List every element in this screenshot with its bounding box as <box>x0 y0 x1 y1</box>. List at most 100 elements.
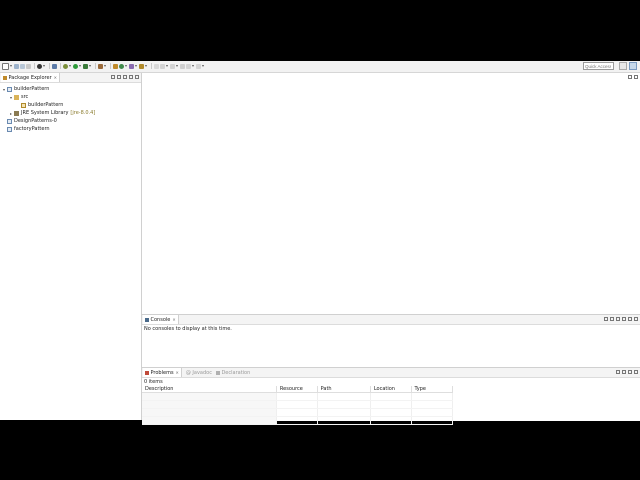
coverage-icon[interactable] <box>63 63 68 69</box>
pin-console-icon[interactable] <box>604 317 608 321</box>
run-dropdown[interactable] <box>79 65 81 67</box>
tree-item[interactable]: DesignPatterns-0 <box>7 117 57 125</box>
table-cell <box>276 416 318 425</box>
problems-table: Description Resource Path Location Type <box>142 386 453 425</box>
back-icon[interactable] <box>186 63 191 69</box>
prev-annotation-dropdown[interactable] <box>176 65 178 67</box>
open-type-dropdown[interactable] <box>135 65 137 67</box>
search-icon[interactable] <box>139 63 144 69</box>
tree-item[interactable]: ▸ JRE System Library [jre-8.0.4] <box>10 109 95 117</box>
java-project-icon <box>7 126 12 132</box>
close-icon[interactable]: ✕ <box>176 370 179 375</box>
tree-item-label: DesignPatterns-0 <box>14 118 57 124</box>
toolbar-separator <box>49 63 50 69</box>
maximize-icon[interactable] <box>634 75 638 79</box>
collapse-all-icon[interactable] <box>111 75 115 79</box>
problems-icon <box>145 370 149 375</box>
editor-area[interactable] <box>142 73 640 312</box>
tree-item[interactable]: ▾ src <box>10 93 28 101</box>
open-console-icon[interactable] <box>616 317 620 321</box>
next-annotation-dropdown[interactable] <box>166 65 168 67</box>
toolbar-separator <box>95 63 96 69</box>
debug-dropdown[interactable] <box>43 65 45 67</box>
view-menu-icon[interactable] <box>622 370 626 374</box>
tab-package-explorer[interactable]: Package Explorer ✕ <box>1 73 60 82</box>
skip-breakpoints-icon[interactable] <box>52 63 57 69</box>
tree-item[interactable]: ▾ builderPattern <box>3 85 49 93</box>
close-icon[interactable]: ✕ <box>54 75 57 80</box>
new-dropdown[interactable] <box>10 65 12 67</box>
forward-icon[interactable] <box>196 63 201 69</box>
maximize-icon[interactable] <box>135 75 139 79</box>
minimize-icon[interactable] <box>628 370 632 374</box>
table-cell <box>276 408 318 417</box>
jre-version-label: [jre-8.0.4] <box>70 110 96 116</box>
minimize-icon[interactable] <box>129 75 133 79</box>
view-menu-icon[interactable] <box>622 317 626 321</box>
console-icon <box>145 317 149 322</box>
minimize-icon[interactable] <box>628 75 632 79</box>
link-with-editor-icon[interactable] <box>117 75 121 79</box>
quick-access-input[interactable] <box>583 62 614 70</box>
package-explorer-header: Package Explorer ✕ <box>0 73 141 83</box>
back-dropdown[interactable] <box>192 65 194 67</box>
toolbar-separator <box>110 63 111 69</box>
tree-item-label: builderPattern <box>28 102 64 108</box>
package-explorer-actions <box>109 75 139 79</box>
library-icon <box>14 110 19 116</box>
new-icon[interactable] <box>2 62 9 70</box>
new-java-project-icon[interactable] <box>98 63 103 69</box>
console-actions <box>602 317 638 321</box>
tab-console[interactable]: Console ✕ <box>143 315 179 324</box>
tree-item[interactable]: factoryPattern <box>7 125 50 133</box>
problems-view: Problems ✕ @ Javadoc Declaration 0 items… <box>142 367 640 425</box>
tab-declaration[interactable]: Declaration <box>215 370 250 376</box>
open-type-icon[interactable] <box>129 63 134 69</box>
save-all-icon[interactable] <box>20 63 25 69</box>
prev-annotation-icon[interactable] <box>170 63 175 69</box>
table-cell <box>411 416 453 425</box>
toolbar-separator <box>151 63 152 69</box>
display-console-icon[interactable] <box>610 317 614 321</box>
minimize-icon[interactable] <box>628 317 632 321</box>
next-annotation-icon[interactable] <box>160 63 165 69</box>
search-dropdown[interactable] <box>145 65 147 67</box>
view-menu-icon[interactable] <box>123 75 127 79</box>
maximize-icon[interactable] <box>634 370 638 374</box>
save-icon[interactable] <box>14 63 19 69</box>
table-row <box>142 416 453 425</box>
forward-dropdown[interactable] <box>202 65 204 67</box>
close-icon[interactable]: ✕ <box>172 317 175 322</box>
tree-item[interactable]: builderPattern <box>21 101 63 109</box>
table-cell <box>370 408 412 417</box>
package-icon <box>21 102 26 108</box>
maximize-icon[interactable] <box>634 317 638 321</box>
run-icon[interactable] <box>73 63 78 69</box>
last-edit-icon[interactable] <box>180 63 185 69</box>
coverage-dropdown[interactable] <box>69 65 71 67</box>
table-cell <box>370 416 412 425</box>
external-tools-icon[interactable] <box>83 63 88 69</box>
table-cell <box>142 400 277 409</box>
new-java-project-dropdown[interactable] <box>104 65 106 67</box>
debug-icon[interactable] <box>37 63 42 69</box>
table-cell <box>370 392 412 401</box>
console-tab-label: Console <box>150 316 171 323</box>
editor-actions <box>626 75 638 79</box>
table-row <box>142 400 453 409</box>
tab-javadoc[interactable]: @ Javadoc <box>186 370 212 376</box>
print-icon[interactable] <box>26 63 31 69</box>
external-tools-dropdown[interactable] <box>89 65 91 67</box>
table-row <box>142 392 453 401</box>
open-perspective-icon[interactable] <box>619 62 627 70</box>
pin-editor-icon[interactable] <box>154 63 159 69</box>
tab-problems[interactable]: Problems ✕ <box>143 368 182 377</box>
java-perspective-icon[interactable] <box>629 62 637 70</box>
filter-icon[interactable] <box>616 370 620 374</box>
declaration-icon <box>215 370 220 375</box>
new-class-dropdown[interactable] <box>125 65 127 67</box>
javadoc-icon: @ <box>185 369 191 376</box>
new-class-icon[interactable] <box>119 63 124 69</box>
new-package-icon[interactable] <box>113 63 118 69</box>
toolbar-separator <box>34 63 35 69</box>
